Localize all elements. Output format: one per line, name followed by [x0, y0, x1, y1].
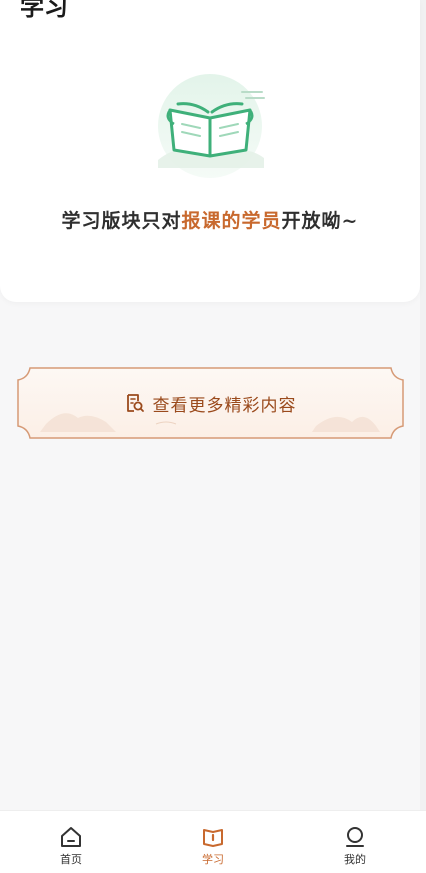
tab-home[interactable]: 首页 — [0, 811, 142, 873]
right-edge-strip — [420, 0, 426, 872]
tab-profile[interactable]: 我的 — [284, 811, 426, 873]
view-more-label: 查看更多精彩内容 — [152, 395, 297, 416]
profile-icon — [346, 827, 364, 847]
search-document-icon — [126, 394, 144, 412]
page-title: 学习 — [20, 0, 68, 21]
bottom-tab-bar: 首页 学习 我的 — [0, 810, 426, 873]
message-prefix: 学习版块只对 — [61, 210, 182, 232]
tab-profile-label: 我的 — [344, 853, 366, 866]
empty-state-card: 学习 学习版块只对报课的学员开放呦~ — [0, 0, 420, 302]
tab-home-label: 首页 — [60, 853, 82, 866]
open-book-illustration-icon — [158, 74, 265, 178]
view-more-button[interactable]: 查看更多精彩内容 — [16, 366, 405, 440]
tab-study[interactable]: 学习 — [142, 811, 284, 873]
empty-state-message: 学习版块只对报课的学员开放呦~ — [0, 206, 420, 233]
study-book-icon — [203, 829, 223, 847]
tab-study-label: 学习 — [202, 853, 224, 866]
message-suffix: 开放呦~ — [281, 210, 359, 232]
home-icon — [61, 827, 81, 847]
message-accent: 报课的学员 — [181, 210, 282, 232]
